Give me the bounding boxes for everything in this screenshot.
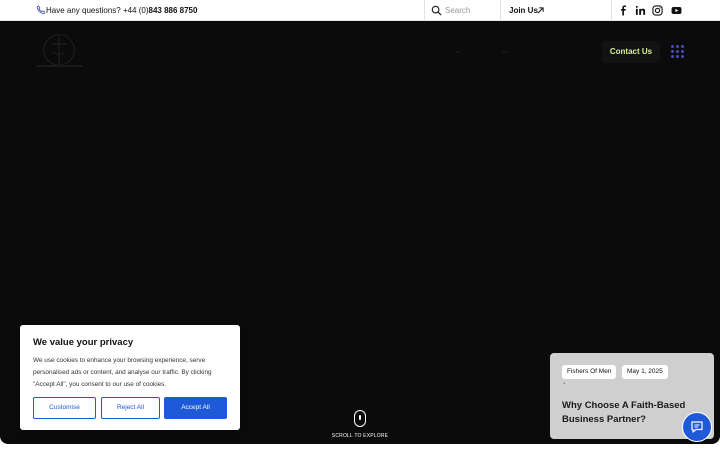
phone-icon [36,5,46,15]
search-icon[interactable] [431,5,442,16]
divider [500,0,501,21]
chat-widget-button[interactable] [682,412,712,442]
site-logo[interactable] [40,31,78,69]
reject-all-button[interactable]: Reject All [101,397,160,419]
chat-icon [691,421,703,433]
post-excerpt: ` [563,382,566,391]
scroll-mouse-icon[interactable] [354,410,366,427]
accept-all-button[interactable]: Accept All [164,397,227,419]
contact-us-button[interactable]: Contact Us [602,41,660,63]
post-title[interactable]: Why Choose A Faith-Based Business Partne… [562,399,702,427]
arrow-up-right-icon[interactable] [537,7,544,14]
cookie-description: We use cookies to enhance your browsing … [33,357,212,388]
search-input[interactable] [445,4,497,17]
cookie-consent-dialog: We value your privacy We use cookies to … [20,325,240,430]
contact-phone-text[interactable]: Have any questions? +44 (0)843 886 8750 [46,6,197,15]
scroll-to-explore-label[interactable]: SCROLL TO EXPLORE [320,433,400,439]
post-category-tag[interactable]: Fishers Of Men [562,365,617,379]
cookie-title: We value your privacy [33,337,134,348]
nav-item[interactable] [502,51,507,53]
facebook-icon[interactable] [618,5,629,16]
youtube-icon[interactable] [671,5,682,16]
divider [611,0,612,21]
nav-item[interactable] [455,51,460,53]
customise-button[interactable]: Customise [33,397,96,419]
linkedin-icon[interactable] [635,5,646,16]
phone-number[interactable]: 843 886 8750 [149,6,198,15]
logo-wordmark [36,65,82,67]
grid-menu-icon[interactable] [671,45,684,58]
question-label: Have any questions? +44 (0) [46,6,149,15]
instagram-icon[interactable] [652,5,663,16]
post-date-tag: May 1, 2025 [622,365,668,379]
divider [424,0,425,21]
join-us-link[interactable]: Join Us [509,6,538,15]
top-bar: Have any questions? +44 (0)843 886 8750 … [0,0,720,21]
